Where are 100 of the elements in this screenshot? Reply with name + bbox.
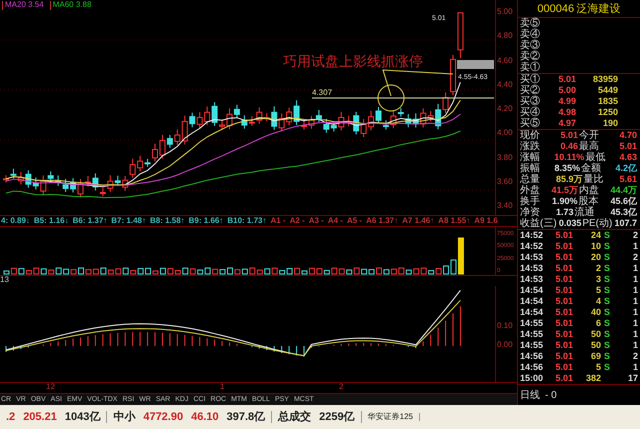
- stat-label: 流通: [574, 207, 594, 218]
- stock-name: 泛海建设: [576, 2, 621, 15]
- tick-side: S: [603, 307, 612, 318]
- stat-label: 涨跌: [520, 141, 540, 152]
- stat-value: 0.46: [559, 141, 579, 152]
- tick-price: 5.01: [554, 307, 574, 318]
- bid-price: 4.99: [557, 96, 576, 108]
- tick-price: 5.01: [554, 230, 574, 242]
- stat-value: 1.90%: [550, 196, 578, 206]
- tick-price: 5.01: [554, 373, 574, 384]
- bid-volume: 1250: [596, 107, 618, 118]
- tick-volume: 69: [590, 351, 602, 362]
- stat-label: 最低: [585, 152, 606, 164]
- stat-label: 涨幅: [520, 152, 540, 164]
- stat-label: PE(动): [582, 218, 612, 230]
- tick-volume: 50: [590, 340, 602, 352]
- bid-volume: 5449: [596, 85, 618, 96]
- bid-price: 4.97: [557, 118, 576, 130]
- order-level-label: 卖④: [520, 29, 540, 40]
- status-text: 华安证券125: [368, 412, 413, 422]
- tick-time: 14:55: [520, 318, 544, 330]
- price-axis-label: 5.00: [497, 8, 514, 17]
- tick-side: S: [603, 296, 612, 308]
- price-axis-label: 4.80: [497, 32, 514, 42]
- stat-value: 4.63: [618, 152, 638, 164]
- stat-value: 4.2亿: [614, 163, 638, 174]
- tick-side: S: [603, 274, 612, 286]
- tick-volume: 6: [595, 318, 602, 330]
- date-axis-label: 12: [46, 382, 55, 392]
- tick-volume: 3: [595, 274, 602, 286]
- order-level-label: 买③: [520, 96, 540, 108]
- tick-count: 2: [632, 252, 638, 264]
- macd-axis-label: 0.00: [497, 340, 514, 350]
- indicator-reading: A3 -: [308, 216, 324, 226]
- tick-time: 14:53: [520, 263, 544, 274]
- tick-count: 1: [632, 340, 638, 352]
- tick-count: 1: [632, 296, 638, 308]
- bid-price: 4.98: [557, 107, 576, 118]
- tick-price: 5.01: [554, 362, 574, 374]
- indicator-reading: B9: 1.66↑: [188, 216, 224, 226]
- stat-label: 量比: [584, 174, 604, 186]
- tick-side: S: [603, 252, 612, 264]
- stock-code: 000046: [537, 2, 574, 15]
- stat-value: 45.6亿: [609, 196, 638, 208]
- tick-price: 5.01: [554, 241, 574, 252]
- indicator-reading: A1 -: [270, 216, 286, 226]
- tick-count: 1: [632, 285, 638, 296]
- price-axis-label: 4.40: [497, 80, 514, 90]
- indicator-reading: A5 -: [346, 216, 362, 226]
- tick-price: 5.01: [554, 340, 574, 352]
- tick-time: 14:56: [520, 351, 544, 362]
- order-level-label: 买④: [520, 107, 540, 118]
- bid-volume: 83959: [592, 74, 618, 86]
- leader-line: [382, 69, 454, 96]
- status-text: 2259亿: [319, 410, 355, 424]
- order-level-label: 买②: [520, 85, 540, 96]
- tick-time: 14:54: [520, 307, 544, 318]
- bid-volume: 1835: [596, 96, 618, 108]
- stat-label: 内盘: [579, 185, 599, 196]
- status-text: 中小: [113, 410, 136, 424]
- period-label: 日线: [520, 390, 540, 401]
- stat-label: 外盘: [520, 185, 540, 196]
- tick-volume: 50: [590, 329, 602, 340]
- tick-volume: 5: [595, 362, 602, 374]
- stat-label: 振幅: [520, 163, 540, 174]
- tick-side: S: [603, 362, 612, 374]
- indicator-reading: A7 1.46↑: [402, 216, 434, 226]
- tick-count: 1: [632, 362, 638, 374]
- stat-value: 10.11%: [553, 152, 586, 163]
- stat-label: 金额: [581, 163, 602, 174]
- status-text: 4772.90: [143, 410, 184, 424]
- stat-value: 0.035: [558, 218, 582, 230]
- annotation-title: 巧用试盘上影线抓涨停: [283, 53, 423, 69]
- tick-count: 1: [632, 329, 638, 340]
- price-axis-label: 4.20: [497, 105, 514, 114]
- stat-label: 股本: [578, 196, 598, 208]
- tick-time: 14:52: [520, 230, 544, 242]
- tick-price: 5.01: [554, 263, 574, 274]
- tick-volume: 20: [590, 252, 602, 264]
- price-axis-label: 4.60: [497, 56, 514, 66]
- price-axis-label: 3.80: [497, 154, 514, 162]
- tick-volume: 4: [595, 296, 602, 308]
- indicator-reading: B10: 1.73↑: [227, 216, 266, 226]
- stat-label: 现价: [520, 130, 540, 142]
- stat-label: 净资: [520, 207, 540, 218]
- tick-volume: 2: [595, 263, 602, 274]
- tick-count: 17: [626, 373, 638, 384]
- order-level-label: 买①: [520, 74, 540, 86]
- indicator-reading: B5: 1.16↓: [34, 216, 69, 226]
- status-text: 205.21: [23, 410, 57, 424]
- price-axis-label: 3.60: [497, 178, 514, 187]
- stat-label: 收益(三): [520, 218, 557, 230]
- indicator-reading: A6 1.37↑: [366, 216, 398, 226]
- tick-time: 15:00: [520, 373, 544, 384]
- tick-volume: 40: [590, 307, 602, 318]
- tick-volume: 10: [590, 241, 602, 252]
- indicator-reading: 4: 0.89↓: [1, 216, 30, 226]
- tick-side: S: [603, 351, 612, 362]
- stat-label: 最高: [579, 141, 599, 152]
- tick-volume: 382: [585, 373, 602, 384]
